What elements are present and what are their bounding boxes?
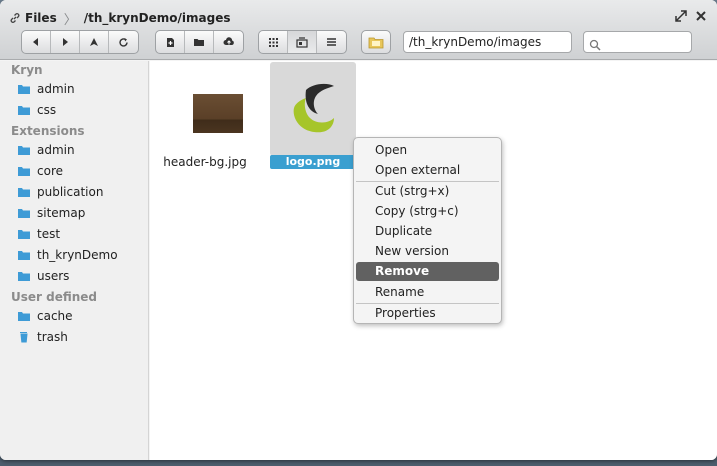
refresh-button[interactable] <box>109 31 138 53</box>
titlebar: Files 〉 /th_krynDemo/images <box>0 0 717 60</box>
folder-icon <box>17 270 31 282</box>
sidebar-item-kryn-css[interactable]: css <box>17 101 56 119</box>
sidebar-item-cache[interactable]: cache <box>17 307 73 325</box>
detail-view-button[interactable] <box>288 31 317 53</box>
upload-button[interactable] <box>214 31 243 53</box>
sidebar-item-th-kryndemo[interactable]: th_krynDemo <box>17 246 118 264</box>
menu-item-open[interactable]: Open <box>356 141 499 160</box>
list-view-button[interactable] <box>317 31 346 53</box>
window-title: Files 〉 /th_krynDemo/images <box>9 10 231 28</box>
back-icon <box>33 38 38 46</box>
folder-icon <box>17 165 31 177</box>
sidebar-item-label: css <box>37 103 57 117</box>
sidebar-item-sitemap[interactable]: sitemap <box>17 204 85 222</box>
view-mode-group <box>258 30 347 54</box>
sidebar-item-label: core <box>37 164 63 178</box>
folder-icon <box>17 310 31 322</box>
icon-view-button[interactable] <box>259 31 288 53</box>
sidebar-item-test[interactable]: test <box>17 225 60 243</box>
open-folder-button[interactable] <box>361 30 391 54</box>
sidebar-item-trash[interactable]: trash <box>17 328 68 346</box>
sidebar-item-label: users <box>37 269 70 283</box>
sidebar-item-label: sitemap <box>37 206 86 220</box>
search-input[interactable] <box>604 34 688 50</box>
menu-item-copy[interactable]: Copy (strg+c) <box>356 202 499 221</box>
sidebar-section-extensions: Extensions <box>11 124 85 138</box>
up-button[interactable] <box>80 31 109 53</box>
search-box[interactable] <box>583 31 692 53</box>
new-file-button[interactable] <box>156 31 185 53</box>
logo-thumbnail <box>293 83 334 133</box>
file-item-logo[interactable]: logo.png <box>270 62 356 169</box>
detail-view-icon <box>296 36 308 48</box>
sidebar-item-users[interactable]: users <box>17 267 69 285</box>
files-window: Files 〉 /th_krynDemo/images /th_krynDemo… <box>0 0 717 460</box>
link-icon <box>9 12 21 24</box>
trash-icon <box>17 331 31 343</box>
menu-item-rename[interactable]: Rename <box>356 283 499 302</box>
list-view-icon <box>327 38 336 46</box>
context-menu: Open Open external Cut (strg+x) Copy (st… <box>353 137 502 324</box>
up-icon <box>90 38 98 46</box>
path-input[interactable] <box>403 31 572 53</box>
folder-icon <box>17 144 31 156</box>
sidebar-section-user-defined: User defined <box>11 290 98 304</box>
sidebar: Kryn admin css Extensions admin core pub… <box>0 61 149 460</box>
close-icon[interactable] <box>695 10 707 22</box>
title-separator-icon: 〉 <box>63 12 77 28</box>
file-item-header-bg[interactable]: header-bg.jpg <box>162 62 248 169</box>
sidebar-item-ext-admin[interactable]: admin <box>17 141 75 159</box>
forward-button[interactable] <box>51 31 80 53</box>
sidebar-item-label: test <box>37 227 61 241</box>
menu-item-cut[interactable]: Cut (strg+x) <box>356 182 499 201</box>
sidebar-item-label: publication <box>37 185 104 199</box>
sidebar-item-kryn-admin[interactable]: admin <box>17 80 75 98</box>
folder-icon <box>17 207 31 219</box>
sidebar-section-kryn: Kryn <box>11 63 43 77</box>
app-title: Files <box>25 11 57 25</box>
folder-icon <box>17 228 31 240</box>
menu-item-properties[interactable]: Properties <box>356 304 499 323</box>
sidebar-item-label: th_krynDemo <box>37 248 118 262</box>
folder-icon <box>17 104 31 116</box>
new-folder-icon <box>194 39 204 46</box>
new-folder-button[interactable] <box>185 31 214 53</box>
navigation-group <box>21 30 139 54</box>
folder-browse-icon <box>368 37 384 49</box>
maximize-icon[interactable] <box>675 10 687 22</box>
back-button[interactable] <box>22 31 51 53</box>
menu-item-duplicate[interactable]: Duplicate <box>356 222 499 241</box>
sidebar-item-label: trash <box>37 330 68 344</box>
file-actions-group <box>155 30 244 54</box>
sidebar-item-label: admin <box>37 82 75 96</box>
folder-icon <box>17 186 31 198</box>
sidebar-item-label: cache <box>37 309 73 323</box>
sidebar-item-core[interactable]: core <box>17 162 63 180</box>
sidebar-item-publication[interactable]: publication <box>17 183 103 201</box>
sidebar-item-label: admin <box>37 143 75 157</box>
file-thumbnail <box>193 94 243 133</box>
icon-view-icon <box>268 37 278 47</box>
file-name: header-bg.jpg <box>163 155 247 169</box>
path-title: /th_krynDemo/images <box>83 11 231 25</box>
file-name: logo.png <box>270 155 356 169</box>
search-icon <box>589 36 601 51</box>
menu-item-remove[interactable]: Remove <box>356 262 499 281</box>
menu-item-new-version[interactable]: New version <box>356 242 499 261</box>
menu-item-open-external[interactable]: Open external <box>356 161 499 180</box>
forward-icon <box>63 38 68 46</box>
upload-icon <box>223 37 234 45</box>
toolbar <box>0 30 717 56</box>
folder-icon <box>17 83 31 95</box>
refresh-icon <box>119 37 128 47</box>
new-file-icon <box>166 37 174 47</box>
folder-icon <box>17 249 31 261</box>
